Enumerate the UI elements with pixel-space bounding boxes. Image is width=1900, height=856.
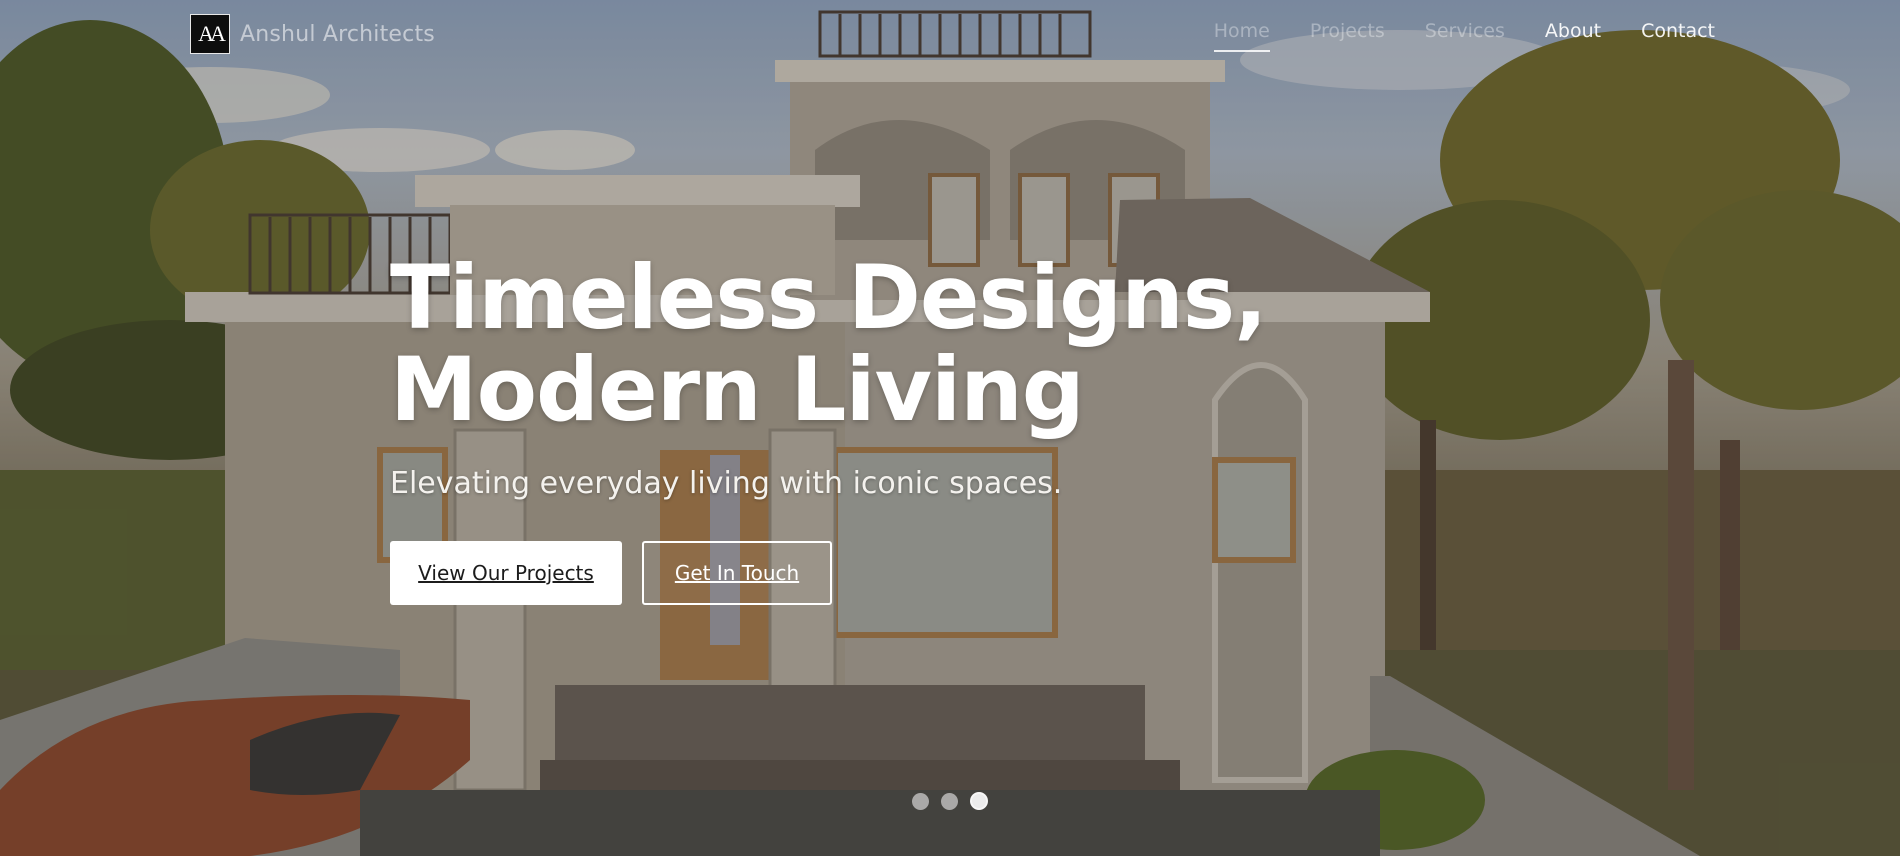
slide-dot-1[interactable] — [912, 792, 929, 810]
hero-subheadline: Elevating everyday living with iconic sp… — [390, 466, 1063, 501]
hero-copy: Timeless Designs, Modern Living Elevatin… — [390, 252, 1268, 605]
hero-headline: Timeless Designs, Modern Living — [390, 252, 1268, 436]
get-in-touch-button[interactable]: Get In Touch — [642, 541, 832, 605]
nav-projects[interactable]: Projects — [1310, 20, 1385, 52]
slide-dot-2[interactable] — [941, 792, 958, 810]
hero-headline-line2: Modern Living — [390, 338, 1085, 441]
hero-section: AA Anshul Architects Home Projects Servi… — [0, 0, 1900, 856]
brand-name: Anshul Architects — [240, 21, 435, 47]
logo[interactable]: AA Anshul Architects — [190, 14, 435, 54]
slide-indicators — [912, 792, 988, 810]
nav-services[interactable]: Services — [1425, 20, 1505, 52]
main-nav: Home Projects Services About Contact — [1213, 20, 1715, 52]
site-header: AA Anshul Architects Home Projects Servi… — [0, 0, 1900, 70]
nav-about[interactable]: About — [1545, 20, 1601, 52]
hero-headline-line1: Timeless Designs, — [390, 246, 1268, 349]
view-projects-button[interactable]: View Our Projects — [390, 541, 622, 605]
hero-actions: View Our Projects Get In Touch — [390, 541, 1267, 605]
logo-mark: AA — [190, 14, 230, 54]
nav-home[interactable]: Home — [1213, 20, 1270, 52]
nav-contact[interactable]: Contact — [1641, 20, 1715, 52]
slide-dot-3[interactable] — [970, 792, 988, 810]
